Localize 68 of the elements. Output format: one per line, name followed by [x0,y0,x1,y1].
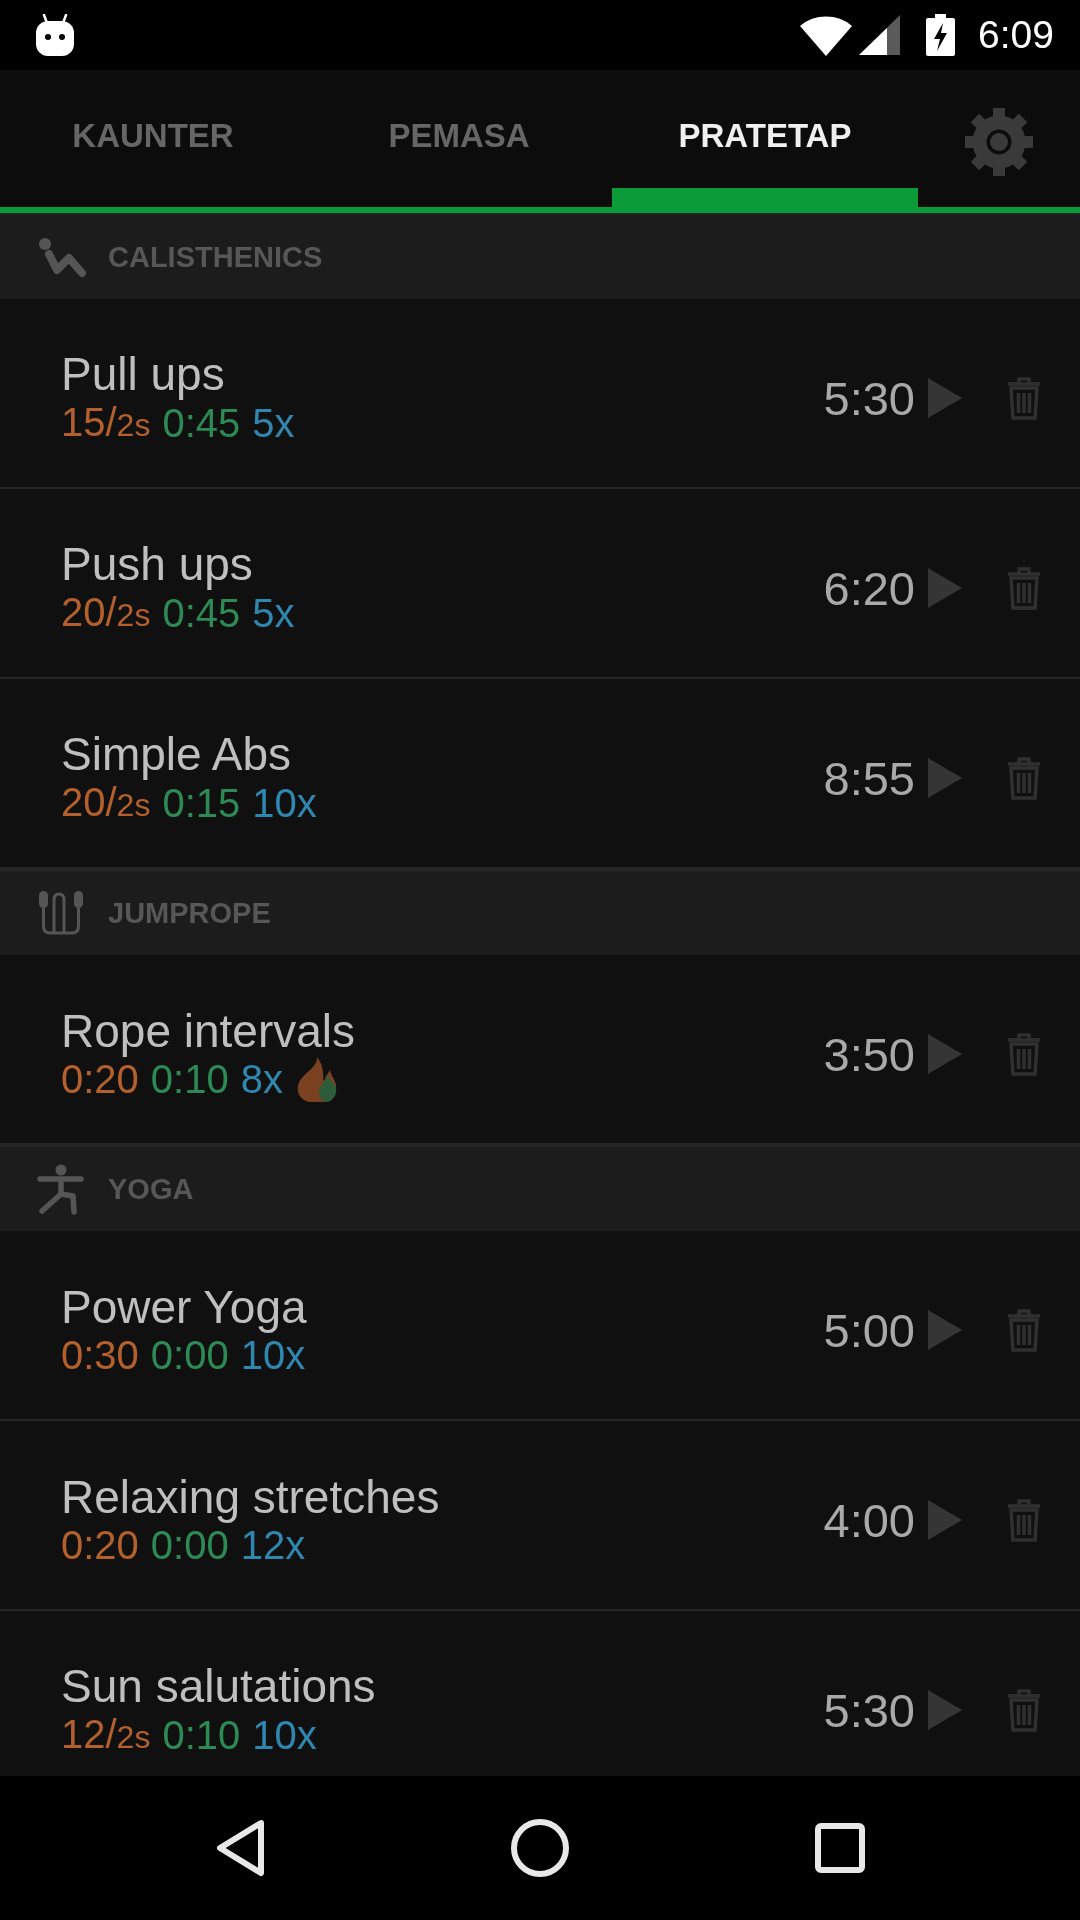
rounds-count: 5x [252,400,295,446]
person-situp-icon [37,236,87,278]
rest-interval: 0:45 [162,590,241,636]
rest-interval: 0:10 [150,1057,229,1102]
workout-title: Relaxing stretches [61,1472,440,1522]
workout-title: Sun salutations [61,1660,376,1711]
rounds-count: 8x [240,1056,283,1102]
workout-title: Push ups [61,538,253,589]
work-interval: 12/2s [61,1710,151,1758]
workout-title: Simple Abs [61,728,292,779]
rest-interval: 0:15 [162,780,241,826]
workout-row[interactable]: Relaxing stretches 0:20 0:00 12x 4:00 [0,1421,1080,1611]
workout-title: Power Yoga [61,1282,307,1332]
rest-interval: 0:45 [162,400,241,446]
settings-icon[interactable] [965,107,1033,176]
workout-duration: 5:30 [823,1682,915,1738]
rounds-count: 10x [252,780,317,826]
trash-icon[interactable] [1006,376,1042,420]
work-interval: 0:30 [61,1332,139,1378]
work-interval: 0:20 [61,1523,139,1568]
trash-icon[interactable] [1006,756,1042,800]
category-label: YOGA [108,1172,194,1206]
rounds-count: 10x [252,1712,317,1758]
trash-icon[interactable] [1006,1308,1042,1352]
trash-icon[interactable] [1006,1032,1042,1076]
trash-icon[interactable] [1006,566,1042,610]
rounds-count: 10x [240,1333,306,1378]
workout-duration: 5:30 [823,370,915,426]
rest-interval: 0:10 [162,1712,241,1758]
play-icon[interactable] [928,758,962,798]
status-time: 6:09 [978,13,1054,57]
play-icon[interactable] [928,378,962,418]
rounds-count: 12x [240,1522,306,1568]
play-icon[interactable] [928,1690,962,1730]
rest-interval: 0:00 [150,1523,229,1568]
recents-icon[interactable] [815,1823,865,1873]
play-icon[interactable] [928,1500,962,1540]
workout-duration: 4:00 [823,1492,915,1548]
work-interval: 15/2s [61,398,151,446]
play-icon[interactable] [928,568,962,608]
workout-row[interactable]: Power Yoga 0:30 0:00 10x 5:00 [0,1231,1080,1421]
yoga-pose-icon [37,1163,84,1215]
work-interval: 0:20 [61,1057,139,1102]
robot-icon [36,14,74,56]
workout-duration: 5:00 [823,1302,915,1358]
workout-duration: 8:55 [823,750,915,806]
jump-rope-icon [37,891,85,935]
workout-duration: 6:20 [823,560,915,616]
wifi-icon [800,14,853,56]
workout-duration: 3:50 [823,1026,915,1082]
workout-title: Rope intervals [61,1006,356,1056]
category-label: CALISTHENICS [108,240,323,274]
workout-row[interactable]: Push ups 20/2s 0:45 5x 6:20 [0,489,1080,679]
play-icon[interactable] [928,1034,962,1074]
home-icon[interactable] [511,1819,569,1877]
back-icon[interactable] [215,1819,265,1877]
rounds-count: 5x [252,590,295,636]
workout-row[interactable]: Pull ups 15/2s 0:45 5x 5:30 [0,299,1080,489]
rest-interval: 0:00 [150,1333,229,1378]
category-label: JUMPROPE [108,896,271,930]
work-interval: 20/2s [61,779,151,826]
play-icon[interactable] [928,1310,962,1350]
work-interval: 20/2s [61,588,151,636]
trash-icon[interactable] [1006,1688,1042,1732]
signal-icon [859,15,901,55]
workout-title: Pull ups [61,348,225,399]
trash-icon[interactable] [1006,1498,1042,1542]
battery-charging-icon [926,14,956,56]
